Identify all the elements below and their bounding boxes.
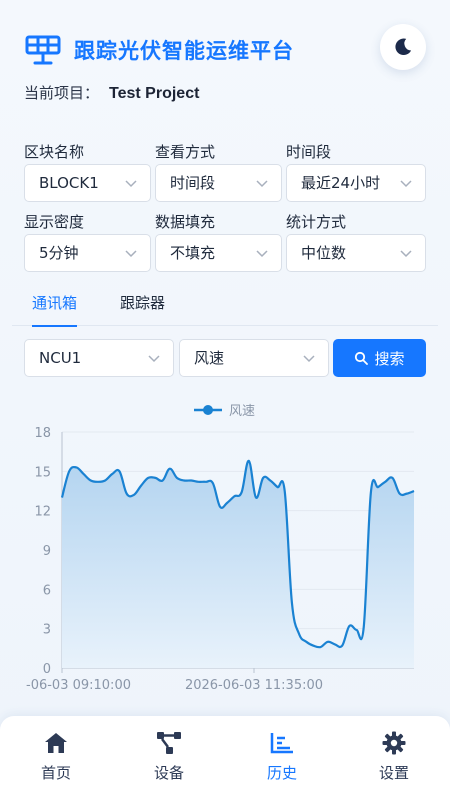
filter-block: 区块名称 BLOCK1: [24, 142, 151, 202]
device-tabs: 通讯箱 跟踪器: [12, 286, 438, 327]
time-range-select[interactable]: 最近24小时: [286, 164, 426, 202]
y-axis: 0 3 6 9 12 15 18: [34, 426, 63, 677]
tab-tracker[interactable]: 跟踪器: [120, 292, 165, 326]
filter-stat: 统计方式 中位数: [286, 212, 426, 272]
block-select[interactable]: BLOCK1: [24, 164, 151, 202]
query-bar: NCU1 风速 搜索: [24, 339, 426, 377]
density-select[interactable]: 5分钟: [24, 234, 151, 272]
chart-legend[interactable]: 风速: [194, 404, 255, 419]
app-root: 跟踪光伏智能运维平台 当前项目： Test Project 区块名称 BLOCK1…: [0, 0, 450, 799]
select-value: 中位数: [301, 244, 347, 262]
filter-panel: 区块名称 BLOCK1 查看方式 时间段 时间段 最近24小时 显示密度 5分钟…: [24, 142, 426, 282]
y-tick-label: 9: [43, 544, 51, 559]
metric-select[interactable]: 风速: [179, 339, 329, 377]
filter-label: 查看方式: [155, 143, 216, 161]
x-tick-label: -06-03 09:10:00: [26, 678, 131, 693]
chevron-down-icon: [303, 355, 315, 363]
nav-label: 历史: [266, 764, 297, 782]
fill-select[interactable]: 不填充: [155, 234, 282, 272]
select-value: 5分钟: [39, 244, 79, 262]
filter-row-2: 显示密度 5分钟 数据填充 不填充 统计方式 中位数: [24, 212, 426, 282]
legend-label: 风速: [229, 404, 255, 419]
search-icon: [355, 351, 369, 365]
settings-gear-icon: [382, 731, 406, 755]
chevron-down-icon: [125, 180, 137, 188]
y-tick-label: 18: [34, 426, 51, 441]
filter-fill: 数据填充 不填充: [155, 212, 282, 272]
chevron-down-icon: [256, 180, 268, 188]
stat-select[interactable]: 中位数: [286, 234, 426, 272]
search-button[interactable]: 搜索: [333, 339, 426, 377]
filter-row-1: 区块名称 BLOCK1 查看方式 时间段 时间段 最近24小时: [24, 142, 426, 212]
project-name: Test Project: [109, 85, 200, 102]
select-value: 最近24小时: [301, 174, 381, 192]
y-tick-label: 3: [43, 623, 51, 638]
filter-label: 区块名称: [24, 143, 85, 161]
chevron-down-icon: [400, 180, 412, 188]
header: 跟踪光伏智能运维平台: [24, 24, 426, 70]
select-value: BLOCK1: [39, 174, 99, 192]
chevron-down-icon: [125, 250, 137, 258]
filter-label: 显示密度: [24, 213, 85, 231]
legend-swatch-dot: [203, 405, 213, 415]
select-value: 不填充: [170, 244, 216, 262]
filter-label: 统计方式: [286, 213, 347, 231]
wind-speed-chart: 0 3 6 9 12 15 18 -06-03 09:10:00 2026-06-03 11:…: [26, 404, 415, 693]
filter-view-mode: 查看方式 时间段: [155, 142, 282, 202]
filter-label: 数据填充: [155, 213, 216, 231]
select-value: NCU1: [39, 349, 82, 367]
project-label: 当前项目：: [24, 84, 100, 102]
select-value: 风速: [194, 349, 225, 367]
nav-home[interactable]: 首页: [16, 730, 96, 790]
tab-comm-box[interactable]: 通讯箱: [32, 292, 78, 327]
filter-time-range: 时间段 最近24小时: [286, 142, 426, 202]
y-tick-label: 0: [43, 662, 51, 677]
theme-toggle-button[interactable]: [380, 24, 426, 70]
series-area: [62, 460, 414, 668]
nav-devices[interactable]: 设备: [129, 730, 209, 790]
history-chart-icon: [270, 733, 293, 754]
nav-label: 首页: [40, 764, 71, 782]
x-axis: -06-03 09:10:00 2026-06-03 11:35:00: [26, 668, 323, 693]
y-tick-label: 12: [34, 505, 51, 520]
search-label: 搜索: [374, 349, 405, 368]
y-tick-label: 15: [34, 465, 51, 480]
chevron-down-icon: [256, 250, 268, 258]
solar-panel-icon: [25, 35, 61, 65]
chevron-down-icon: [148, 355, 160, 363]
home-icon: [45, 733, 67, 753]
nav-label: 设置: [378, 764, 409, 782]
nav-label: 设备: [153, 764, 184, 782]
filter-density: 显示密度 5分钟: [24, 212, 151, 272]
chevron-down-icon: [400, 250, 412, 258]
current-project: 当前项目： Test Project: [24, 82, 199, 103]
bottom-nav: 首页 设备 历史 设置: [0, 716, 450, 799]
moon-icon: [395, 38, 412, 56]
device-select[interactable]: NCU1: [24, 339, 174, 377]
x-tick-label: 2026-06-03 11:35:00: [185, 678, 323, 693]
app-title: 跟踪光伏智能运维平台: [74, 39, 294, 63]
nav-history[interactable]: 历史: [242, 730, 322, 790]
device-network-icon: [157, 732, 181, 754]
nav-settings[interactable]: 设置: [354, 730, 434, 790]
y-tick-label: 6: [43, 583, 51, 598]
select-value: 时间段: [170, 174, 216, 192]
filter-label: 时间段: [286, 143, 332, 161]
view-mode-select[interactable]: 时间段: [155, 164, 282, 202]
